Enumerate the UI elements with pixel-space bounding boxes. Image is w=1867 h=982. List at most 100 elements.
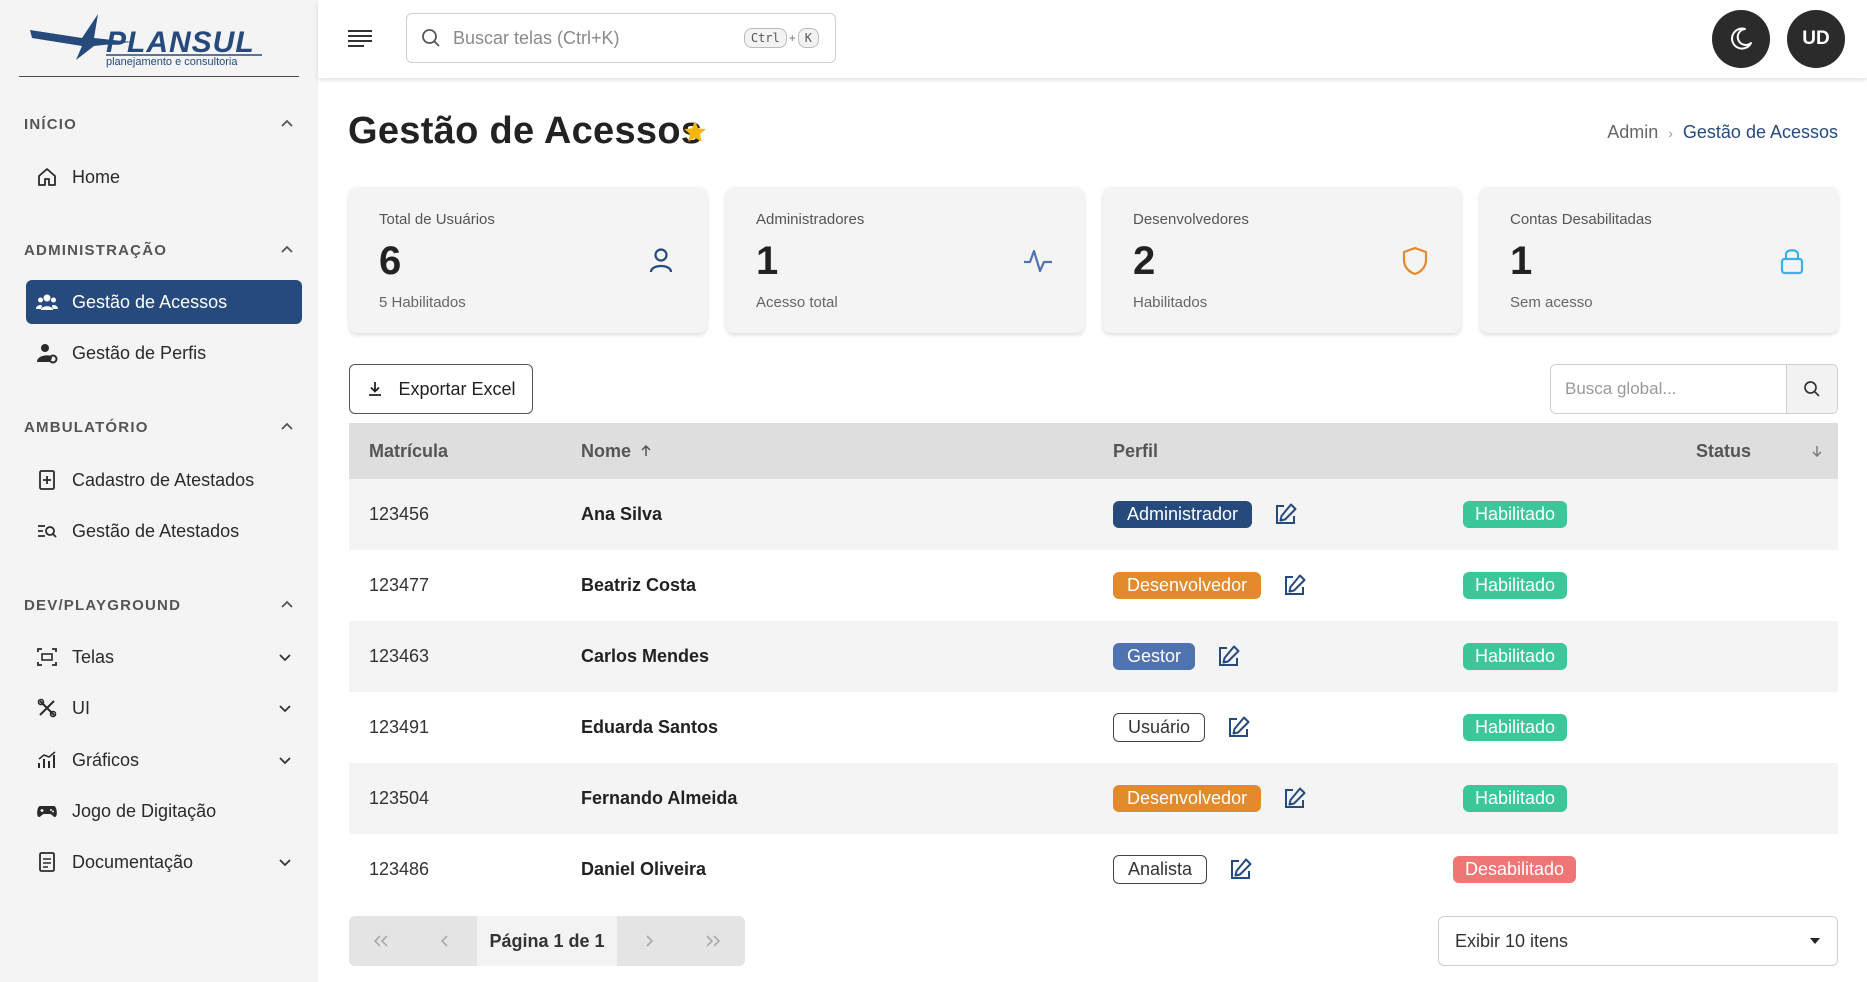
sidebar-item-label: Gráficos	[72, 749, 140, 770]
column-header-nome[interactable]: Nome	[581, 441, 653, 462]
chevron-up-icon	[281, 600, 293, 608]
cell-nome: Beatriz Costa	[581, 575, 697, 595]
chevron-up-icon	[281, 245, 293, 253]
chevrons-left-icon	[373, 935, 388, 947]
star-icon[interactable]	[682, 119, 708, 145]
section-title: ADMINISTRAÇÃO	[24, 241, 168, 259]
edit-icon[interactable]	[1272, 502, 1298, 528]
status-badge: Desabilitado	[1453, 856, 1577, 883]
section-header-inicio[interactable]: INÍCIO	[24, 112, 294, 136]
screen-icon	[36, 646, 58, 668]
sidebar-item-ui[interactable]: UI	[26, 686, 302, 730]
sidebar-item-gestao-perfis[interactable]: Gestão de Perfis	[26, 331, 302, 375]
table-row: 123504 Fernando Almeida Desenvolvedor Ha…	[349, 763, 1838, 834]
section-header-administracao[interactable]: ADMINISTRAÇÃO	[24, 238, 294, 262]
edit-icon[interactable]	[1215, 644, 1241, 670]
cell-matricula: 123504	[369, 788, 430, 808]
user-avatar-button[interactable]: UD	[1787, 10, 1845, 68]
chevron-left-icon	[440, 935, 448, 947]
page-title: Gestão de Acessos	[348, 110, 703, 152]
cell-nome: Daniel Oliveira	[581, 859, 707, 879]
export-excel-label: Exportar Excel	[398, 378, 516, 399]
column-header-status[interactable]: Status	[1696, 441, 1751, 462]
stat-label: Total de Usuários	[379, 211, 495, 228]
sidebar-item-home[interactable]: Home	[26, 155, 302, 199]
download-icon	[369, 382, 382, 396]
sidebar-item-label: Telas	[72, 646, 115, 667]
chevron-right-icon: ›	[1668, 124, 1673, 141]
column-header-matricula[interactable]: Matrícula	[369, 441, 448, 462]
chevrons-right-icon	[706, 935, 721, 947]
next-page-button[interactable]	[617, 916, 681, 966]
users-table: Matrícula Nome Perfil Status 123456 Ana …	[349, 423, 1838, 905]
sidebar-item-documentacao[interactable]: Documentação	[26, 840, 302, 884]
last-page-button[interactable]	[681, 916, 745, 966]
screen-search-input[interactable]	[453, 27, 744, 49]
home-icon	[36, 166, 58, 188]
stat-value: 6	[379, 239, 402, 283]
first-page-button[interactable]	[349, 916, 413, 966]
stat-card-total-usuarios: Total de Usuários 6 5 Habilitados	[349, 187, 707, 333]
theme-toggle-button[interactable]	[1712, 10, 1770, 68]
column-header-perfil[interactable]: Perfil	[1113, 441, 1158, 462]
cell-perfil: Usuário	[1113, 713, 1251, 742]
cell-perfil: Desenvolvedor	[1113, 572, 1307, 599]
edit-icon[interactable]	[1225, 715, 1251, 741]
chevron-down-icon	[279, 757, 291, 765]
plansul-logo[interactable]: PLANSUL planejamento e consultoria	[24, 8, 264, 70]
users-icon	[36, 291, 58, 313]
sort-asc-icon	[641, 444, 651, 456]
profile-badge: Usuário	[1113, 713, 1206, 742]
items-per-page-select[interactable]: Exibir 10 itens	[1438, 916, 1838, 966]
edit-icon[interactable]	[1281, 573, 1307, 599]
prev-page-button[interactable]	[413, 916, 477, 966]
sidebar-item-gestao-acessos[interactable]: Gestão de Acessos	[26, 280, 302, 324]
column-label: Status	[1696, 440, 1752, 461]
section-header-ambulatorio[interactable]: AMBULATÓRIO	[24, 415, 294, 439]
stat-label: Administradores	[756, 211, 865, 228]
sidebar-item-jogo-digitacao[interactable]: Jogo de Digitação	[26, 789, 302, 833]
table-header: Matrícula Nome Perfil Status	[349, 423, 1838, 479]
menu-toggle-icon[interactable]	[346, 27, 374, 49]
cell-perfil: Desenvolvedor	[1113, 785, 1307, 812]
cell-matricula: 123456	[369, 504, 430, 524]
cell-matricula: 123486	[369, 859, 430, 879]
status-badge: Habilitado	[1463, 785, 1568, 812]
sidebar-item-telas[interactable]: Telas	[26, 635, 302, 679]
chevron-down-icon	[279, 859, 291, 867]
sidebar-item-label: Jogo de Digitação	[72, 800, 217, 821]
global-search-box	[1550, 364, 1838, 414]
sort-desc-icon[interactable]	[1810, 444, 1824, 458]
chevron-up-icon	[281, 119, 293, 127]
moon-icon	[1731, 27, 1752, 50]
edit-icon[interactable]	[1281, 786, 1307, 812]
top-header: Ctrl + K UD	[318, 0, 1867, 78]
stat-subtext: 5 Habilitados	[379, 294, 466, 311]
stat-card-contas-desabilitadas: Contas Desabilitadas 1 Sem acesso	[1480, 187, 1838, 333]
sidebar-item-gestao-atestados[interactable]: Gestão de Atestados	[26, 509, 302, 553]
global-search-button[interactable]	[1786, 365, 1837, 413]
status-badge: Habilitado	[1463, 501, 1568, 528]
export-excel-button[interactable]: Exportar Excel	[349, 364, 533, 414]
edit-icon[interactable]	[1227, 857, 1253, 883]
sidebar-item-cadastro-atestados[interactable]: Cadastro de Atestados	[26, 458, 302, 502]
table-row: 123477 Beatriz Costa Desenvolvedor Habil…	[349, 550, 1838, 621]
gamepad-icon	[36, 800, 58, 822]
column-label: Perfil	[1113, 440, 1159, 461]
caret-down-icon	[1810, 938, 1820, 944]
profile-badge: Administrador	[1113, 501, 1253, 528]
profile-badge: Desenvolvedor	[1113, 572, 1262, 599]
search-icon	[1804, 381, 1820, 397]
doc-icon	[36, 851, 58, 873]
breadcrumb: Admin › Gestão de Acessos	[1607, 122, 1838, 143]
activity-icon	[1024, 249, 1052, 273]
cell-perfil: Administrador	[1113, 501, 1298, 528]
breadcrumb-admin-link[interactable]: Admin	[1607, 122, 1658, 143]
profile-badge: Analista	[1113, 855, 1208, 884]
section-header-dev-playground[interactable]: DEV/PLAYGROUND	[24, 593, 294, 617]
global-search-input[interactable]	[1551, 365, 1786, 413]
stat-subtext: Sem acesso	[1510, 294, 1593, 311]
tools-icon	[36, 697, 58, 719]
sidebar-item-graficos[interactable]: Gráficos	[26, 738, 302, 782]
screen-search-box[interactable]: Ctrl + K	[406, 13, 836, 63]
